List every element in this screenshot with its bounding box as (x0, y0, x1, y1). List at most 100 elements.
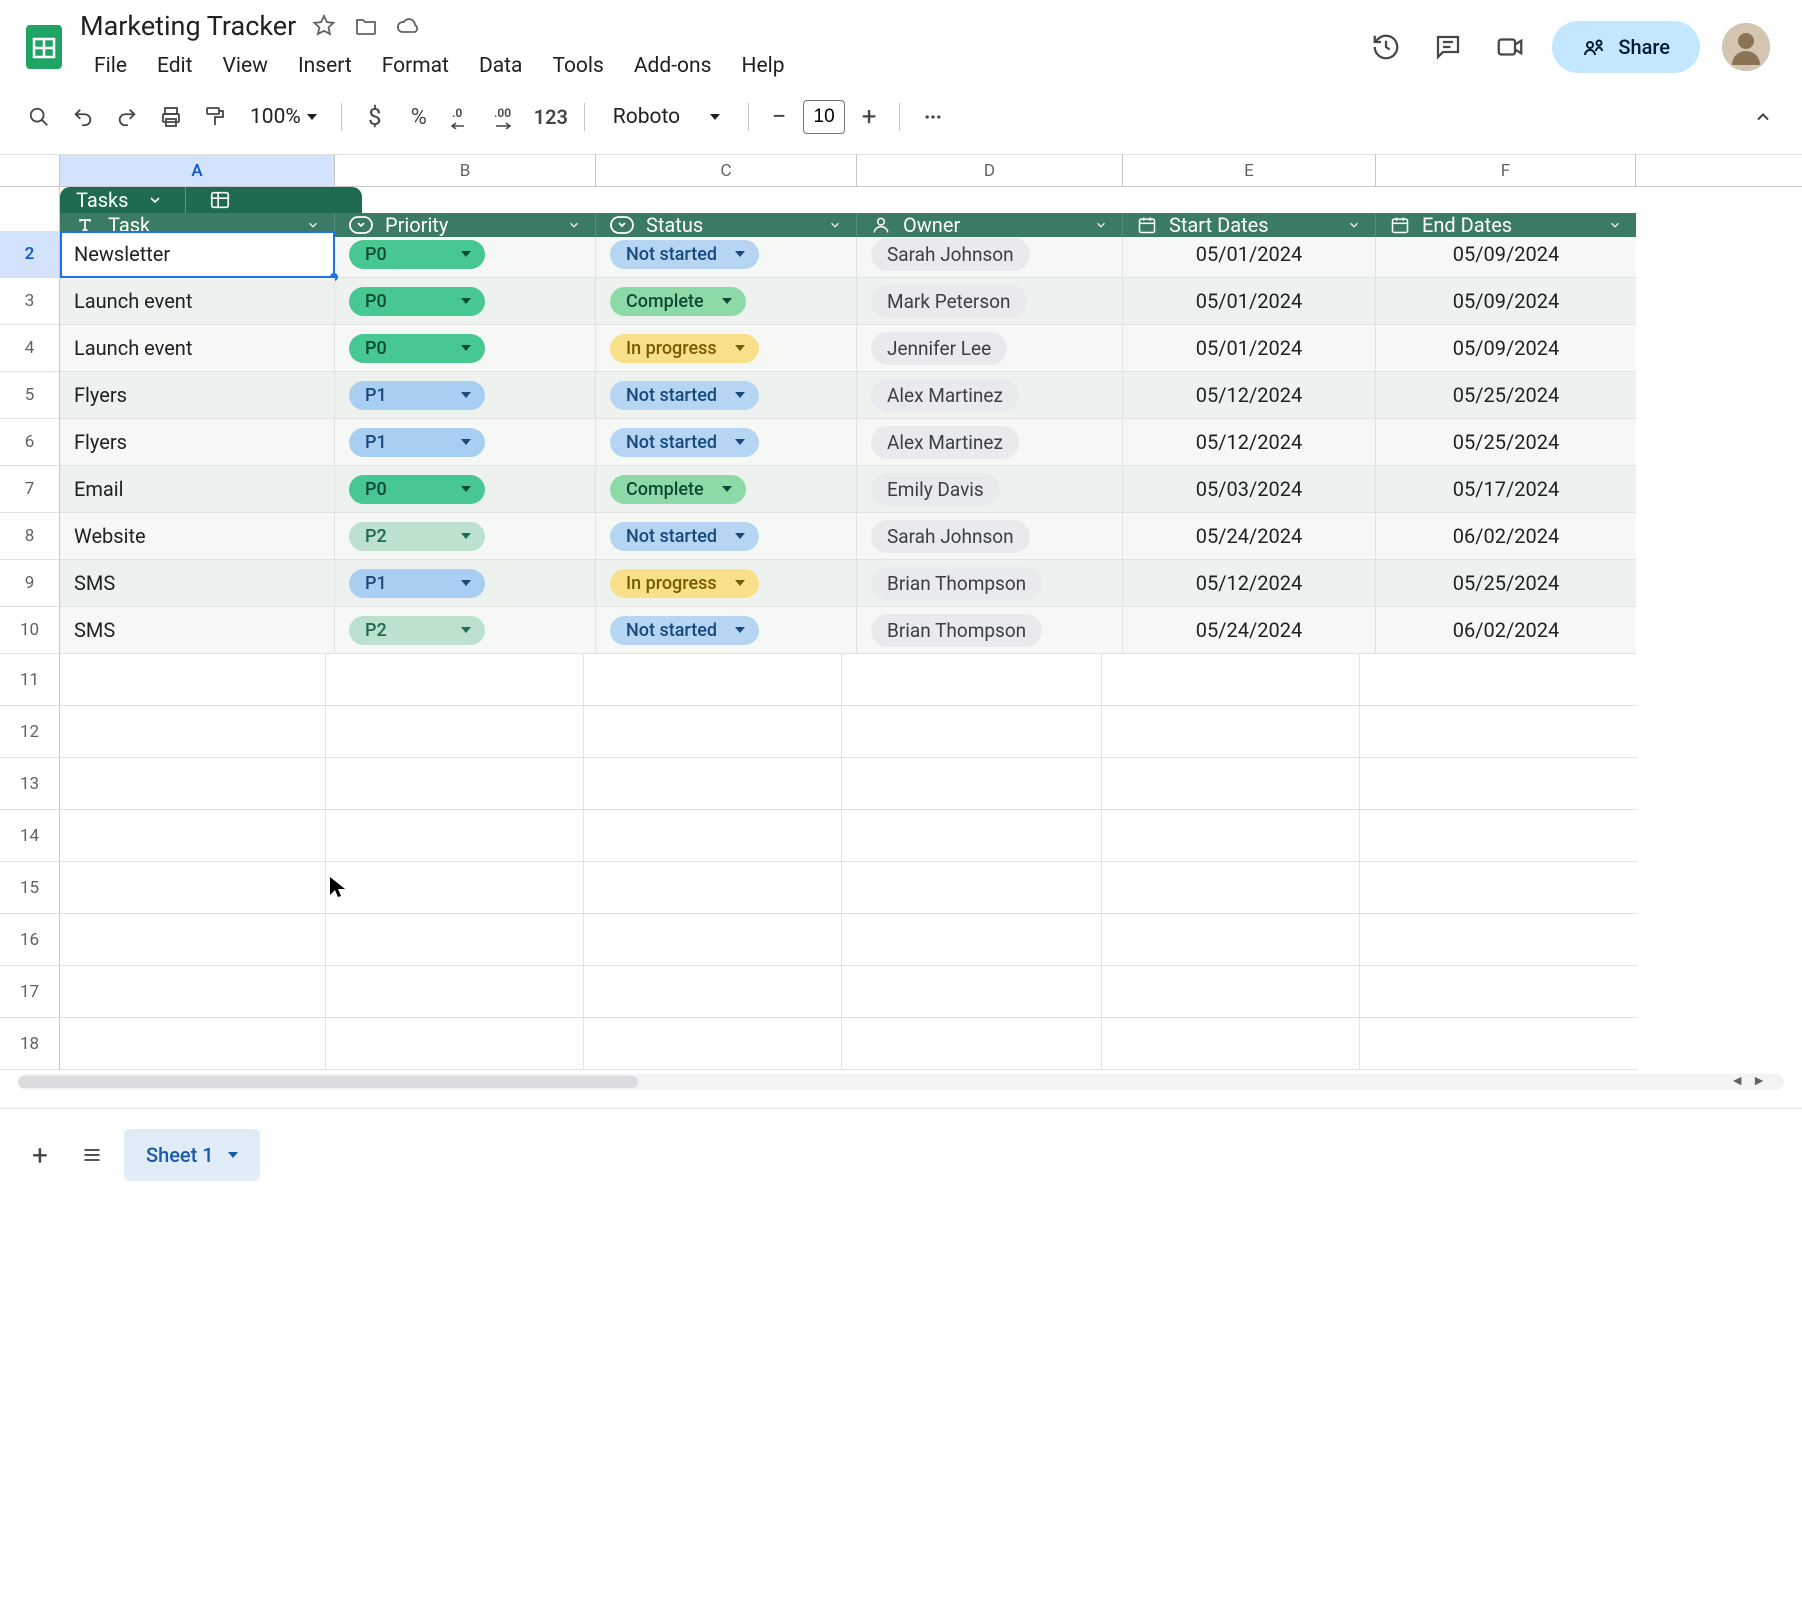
priority-chip[interactable]: P2 (349, 616, 485, 645)
cell-status[interactable]: Not started (596, 607, 857, 654)
priority-chip[interactable]: P1 (349, 428, 485, 457)
row-header-11[interactable]: 11 (0, 654, 60, 706)
cell-task[interactable]: Flyers (60, 372, 335, 419)
increase-font-size-button[interactable]: + (853, 101, 885, 133)
menu-addons[interactable]: Add-ons (620, 48, 726, 84)
row-header-5[interactable]: 5 (0, 372, 60, 419)
cell[interactable] (1360, 914, 1638, 966)
row-header-9[interactable]: 9 (0, 560, 60, 607)
field-header-priority[interactable]: Priority (335, 213, 596, 237)
status-chip[interactable]: In progress (610, 569, 759, 598)
cell-status[interactable]: In progress (596, 560, 857, 607)
menu-help[interactable]: Help (727, 48, 798, 84)
priority-chip[interactable]: P0 (349, 334, 485, 363)
col-header-d[interactable]: D (857, 155, 1123, 186)
owner-chip[interactable]: Jennifer Lee (871, 332, 1007, 365)
cell-status[interactable]: In progress (596, 325, 857, 372)
cell-status[interactable]: Not started (596, 513, 857, 560)
row-header-13[interactable]: 13 (0, 758, 60, 810)
cell[interactable] (842, 758, 1102, 810)
cell[interactable] (326, 914, 584, 966)
search-icon[interactable] (20, 98, 58, 136)
star-icon[interactable] (310, 12, 338, 40)
row-header-6[interactable]: 6 (0, 419, 60, 466)
status-chip[interactable]: Not started (610, 616, 759, 645)
cell[interactable] (326, 706, 584, 758)
cell-end-date[interactable]: 05/25/2024 (1376, 560, 1636, 607)
decrease-font-size-button[interactable]: − (763, 101, 795, 133)
status-chip[interactable]: Complete (610, 287, 746, 316)
cell-end-date[interactable]: 05/09/2024 (1376, 231, 1636, 278)
status-chip[interactable]: Not started (610, 428, 759, 457)
share-button[interactable]: Share (1552, 21, 1700, 73)
undo-icon[interactable] (64, 98, 102, 136)
font-select[interactable]: Roboto (599, 99, 734, 135)
owner-chip[interactable]: Brian Thompson (871, 567, 1042, 600)
scroll-left-icon[interactable]: ◄ (1730, 1072, 1744, 1089)
redo-icon[interactable] (108, 98, 146, 136)
cell[interactable] (1360, 758, 1638, 810)
row-header-10[interactable]: 10 (0, 607, 60, 654)
all-sheets-button[interactable] (72, 1135, 112, 1175)
cell-start-date[interactable]: 05/01/2024 (1123, 278, 1376, 325)
cell-owner[interactable]: Sarah Johnson (857, 513, 1123, 560)
add-sheet-button[interactable]: + (20, 1135, 60, 1175)
cell[interactable] (842, 862, 1102, 914)
cell[interactable] (1360, 654, 1638, 706)
cell[interactable] (1102, 862, 1360, 914)
cell[interactable] (60, 1018, 326, 1070)
cell-end-date[interactable]: 05/17/2024 (1376, 466, 1636, 513)
cell[interactable] (326, 862, 584, 914)
row-header-7[interactable]: 7 (0, 466, 60, 513)
horizontal-scrollbar[interactable]: ◄ ► (18, 1074, 1784, 1090)
cell-owner[interactable]: Brian Thompson (857, 560, 1123, 607)
cell[interactable] (584, 706, 842, 758)
owner-chip[interactable]: Alex Martinez (871, 426, 1019, 459)
status-chip[interactable]: In progress (610, 334, 759, 363)
cell-task[interactable]: Newsletter (60, 231, 335, 278)
paint-format-icon[interactable] (196, 98, 234, 136)
print-icon[interactable] (152, 98, 190, 136)
cell[interactable] (584, 862, 842, 914)
history-icon[interactable] (1366, 27, 1406, 67)
col-header-b[interactable]: B (335, 155, 596, 186)
menu-insert[interactable]: Insert (284, 48, 366, 84)
cell-status[interactable]: Not started (596, 372, 857, 419)
cell[interactable] (842, 1018, 1102, 1070)
cell-end-date[interactable]: 05/25/2024 (1376, 372, 1636, 419)
cell[interactable] (326, 758, 584, 810)
priority-chip[interactable]: P2 (349, 522, 485, 551)
decrease-decimal-icon[interactable]: .0 (444, 98, 482, 136)
menu-tools[interactable]: Tools (538, 48, 617, 84)
cloud-status-icon[interactable] (394, 12, 422, 40)
cell-task[interactable]: Website (60, 513, 335, 560)
cell-end-date[interactable]: 06/02/2024 (1376, 607, 1636, 654)
cell[interactable] (60, 706, 326, 758)
priority-chip[interactable]: P0 (349, 240, 485, 269)
cell[interactable] (584, 810, 842, 862)
scrollbar-thumb[interactable] (18, 1076, 638, 1088)
cell-start-date[interactable]: 05/12/2024 (1123, 560, 1376, 607)
priority-chip[interactable]: P0 (349, 475, 485, 504)
cell-task[interactable]: Launch event (60, 325, 335, 372)
cell[interactable] (60, 966, 326, 1018)
cell-end-date[interactable]: 06/02/2024 (1376, 513, 1636, 560)
row-header-15[interactable]: 15 (0, 862, 60, 914)
table-view-icon[interactable] (208, 189, 232, 211)
col-header-e[interactable]: E (1123, 155, 1376, 186)
menu-data[interactable]: Data (465, 48, 537, 84)
select-all-cell[interactable] (0, 155, 60, 186)
cell-end-date[interactable]: 05/09/2024 (1376, 278, 1636, 325)
cell[interactable] (842, 914, 1102, 966)
cell[interactable] (1102, 966, 1360, 1018)
sheets-logo[interactable] (24, 21, 64, 73)
owner-chip[interactable]: Sarah Johnson (871, 520, 1030, 553)
cell-priority[interactable]: P0 (335, 466, 596, 513)
collapse-toolbar-icon[interactable] (1744, 98, 1782, 136)
cell-status[interactable]: Complete (596, 278, 857, 325)
row-header-18[interactable]: 18 (0, 1018, 60, 1070)
cell[interactable] (60, 810, 326, 862)
cell-owner[interactable]: Sarah Johnson (857, 231, 1123, 278)
cell[interactable] (60, 758, 326, 810)
cell[interactable] (326, 1018, 584, 1070)
